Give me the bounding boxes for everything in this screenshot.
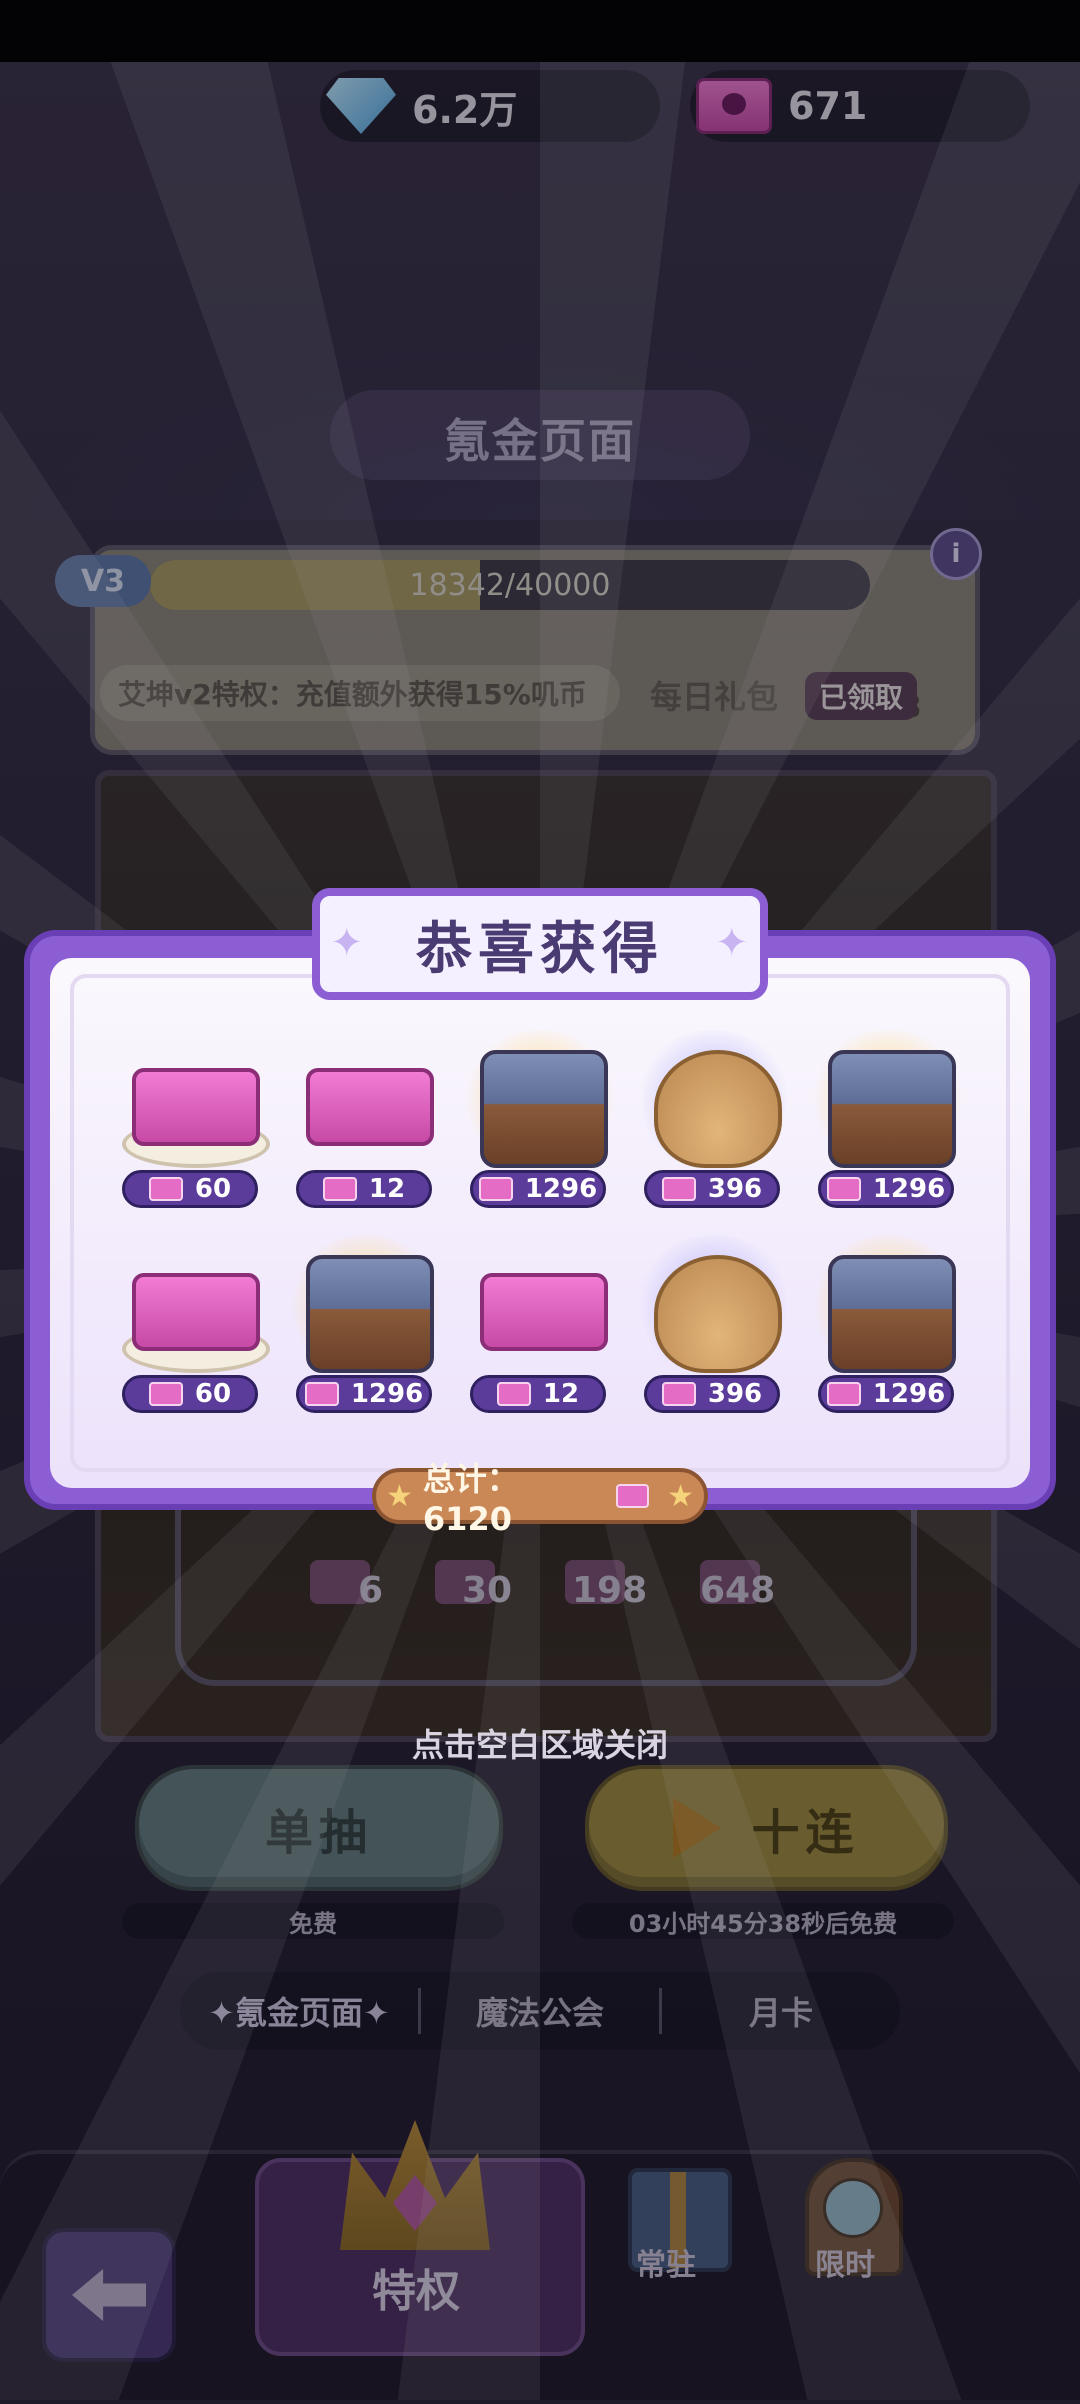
close-hint: 点击空白区域关闭 [411,1726,668,1764]
ticket-icon [478,1177,513,1201]
treasure-chest-icon [306,1255,434,1373]
reward-item: 1296 [808,1030,968,1220]
reward-item: 1296 [286,1235,446,1425]
reward-qty: 60 [194,1379,232,1409]
star-icon: ★ [667,1478,694,1514]
ticket-stack-icon [132,1068,260,1146]
reward-qty-pill: 1296 [470,1170,606,1208]
ticket-icon [826,1177,861,1201]
reward-item: 396 [634,1030,794,1220]
reward-total: ★ 总计：6120 ★ [372,1460,708,1538]
reward-qty: 1296 [350,1379,424,1409]
reward-qty-pill: 12 [470,1375,606,1413]
reward-qty: 12 [542,1379,580,1409]
reward-item: 12 [470,1255,610,1425]
ticket-sack-icon [654,1050,782,1168]
reward-qty: 396 [707,1379,763,1409]
ticket-icon [616,1484,650,1508]
sparkle-icon: ✦ [330,920,364,966]
reward-qty: 1296 [872,1174,946,1204]
reward-qty: 1296 [872,1379,946,1409]
ticket-icon [148,1382,183,1406]
sparkle-icon: ✦ [715,920,749,966]
ticket-icon [661,1382,696,1406]
reward-modal-title: 恭喜获得 [416,916,664,982]
ticket-icon [322,1177,357,1201]
reward-qty-pill: 396 [644,1375,780,1413]
reward-modal-header: 恭喜获得 [312,888,768,1000]
ticket-stack-icon [480,1273,608,1351]
reward-qty: 1296 [524,1174,598,1204]
ticket-icon [304,1382,339,1406]
reward-qty-pill: 60 [122,1375,258,1413]
reward-qty: 60 [194,1174,232,1204]
reward-qty: 12 [368,1174,406,1204]
treasure-chest-icon [828,1050,956,1168]
ticket-stack-icon [132,1273,260,1351]
reward-qty-pill: 12 [296,1170,432,1208]
reward-item: 1296 [460,1030,620,1220]
star-icon: ★ [386,1478,413,1514]
reward-item: 12 [296,1050,436,1220]
reward-qty-pill: 1296 [296,1375,432,1413]
reward-qty-pill: 1296 [818,1170,954,1208]
reward-qty: 396 [707,1174,763,1204]
reward-qty-pill: 60 [122,1170,258,1208]
reward-item: 396 [634,1235,794,1425]
treasure-chest-icon [828,1255,956,1373]
ticket-stack-icon [306,1068,434,1146]
ticket-icon [826,1382,861,1406]
ticket-sack-icon [654,1255,782,1373]
ticket-icon [496,1382,531,1406]
ticket-icon [148,1177,183,1201]
reward-item: 60 [122,1255,270,1425]
reward-total-label: 总计：6120 [422,1460,519,1538]
reward-item: 60 [122,1050,270,1220]
reward-item: 1296 [808,1235,968,1425]
reward-qty-pill: 1296 [818,1375,954,1413]
reward-qty-pill: 396 [644,1170,780,1208]
treasure-chest-icon [480,1050,608,1168]
ticket-icon [661,1177,696,1201]
